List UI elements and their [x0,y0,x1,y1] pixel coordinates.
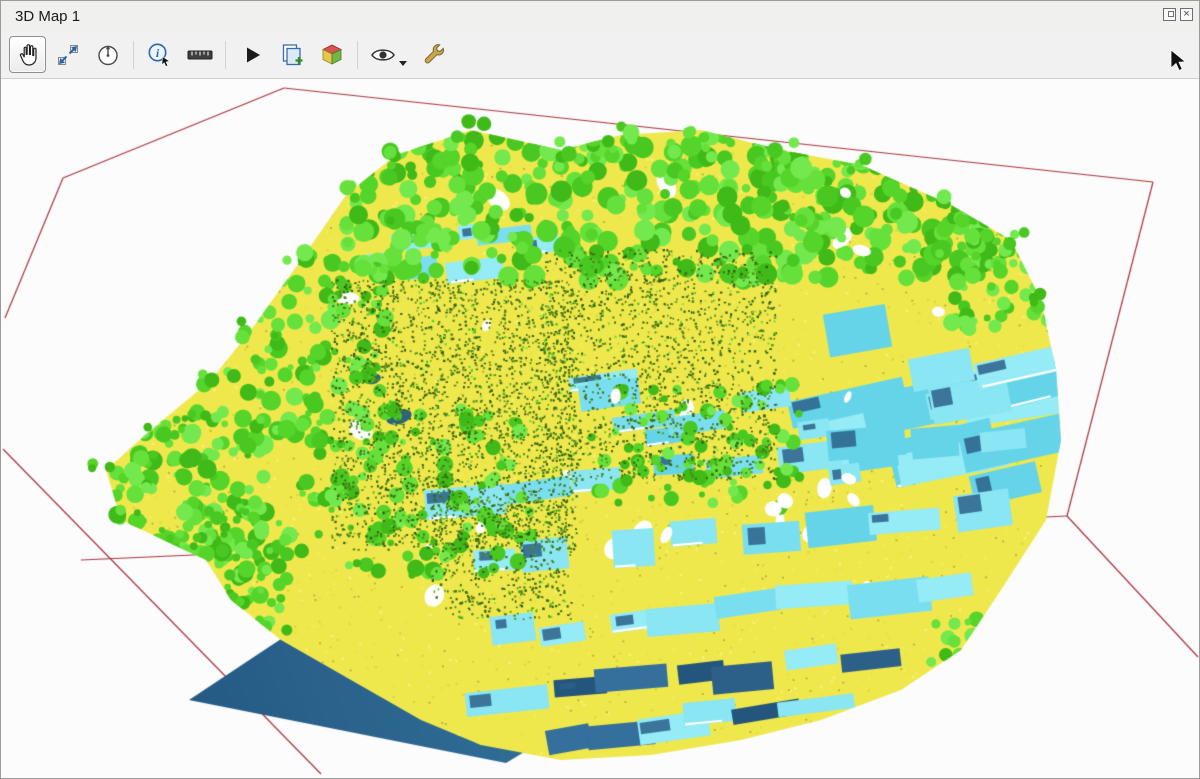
save-image-icon [279,42,305,68]
camera-control-icon [95,42,121,68]
pan-hand-icon [15,42,41,68]
measure-button[interactable] [181,36,218,73]
camera-pan-button[interactable] [9,36,46,73]
toolbar-separator [225,41,226,69]
float-window-icon [1168,11,1174,17]
close-window-button[interactable]: × [1180,8,1193,21]
toolbar-separator [357,41,358,69]
save-image-button[interactable] [273,36,310,73]
view-theme-button[interactable] [365,36,412,73]
zoom-full-button[interactable] [49,36,86,73]
zoom-full-icon [55,42,81,68]
export-scene-cube-icon [319,42,345,68]
identify-icon: i [147,42,173,68]
camera-control-button[interactable] [89,36,126,73]
animations-button[interactable] [233,36,270,73]
identify-button[interactable]: i [141,36,178,73]
export-scene-button[interactable] [313,36,350,73]
view-theme-eye-icon [370,44,396,66]
3d-map-window: 3D Map 1 × [0,0,1200,779]
titlebar: 3D Map 1 × [1,1,1199,31]
options-button[interactable] [415,36,452,73]
measure-line-icon [186,42,214,68]
map-3d-viewport[interactable] [1,79,1199,778]
settings-wrench-icon [421,42,447,68]
mouse-pointer-icon [1169,49,1189,73]
toolbar-separator [133,41,134,69]
window-controls: × [1163,8,1193,21]
scene-canvas[interactable] [1,79,1199,778]
float-window-button[interactable] [1163,8,1176,21]
toolbar: i [1,31,1199,79]
play-animation-icon [240,43,264,67]
close-window-icon: × [1183,9,1189,20]
window-title: 3D Map 1 [15,8,80,25]
chevron-down-icon [399,61,407,66]
